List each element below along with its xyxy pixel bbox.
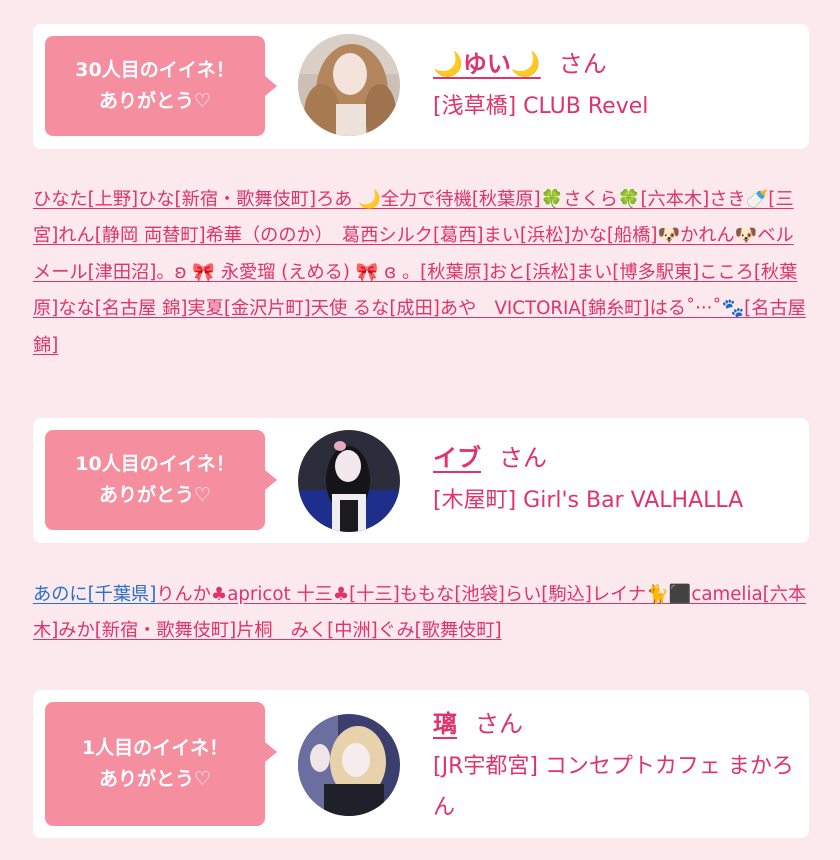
area-link[interactable]: [中洲] — [327, 620, 378, 641]
shop-name: [浅草橋] CLUB Revel — [433, 94, 649, 119]
badge-thanks-text: ありがとう♡ — [98, 768, 212, 790]
area-link[interactable]: [新宿・歌舞伎町] — [175, 189, 317, 210]
badge-thanks-text: ありがとう♡ — [98, 484, 212, 506]
user-name-link[interactable]: 璃 — [433, 710, 457, 738]
liker-link[interactable]: 天使 るな — [311, 298, 390, 319]
user-name-link[interactable]: 🌙ゆい🌙 — [433, 50, 541, 78]
honorific: さん — [475, 710, 523, 738]
area-link[interactable]: [駒込] — [541, 584, 592, 605]
liker-link[interactable]: りんか♣apricot 十三♣ — [156, 584, 349, 605]
area-link[interactable]: [津田沼] — [88, 262, 157, 283]
liker-link[interactable]: 。ʚ 🎀 永愛瑠 (えめる) 🎀 ɞ 。 — [156, 262, 420, 283]
liker-link[interactable]: なな — [58, 298, 94, 319]
area-link[interactable]: [金沢片町] — [224, 298, 311, 319]
area-link[interactable]: [千葉県] — [88, 584, 157, 605]
badge-count-text: 10人目のイイネ！ — [75, 453, 235, 475]
area-link[interactable]: [静岡 両替町] — [95, 225, 206, 246]
badge-count-text: 30人目のイイネ！ — [75, 59, 235, 81]
shop-name: [木屋町] Girl's Bar VALHALLA — [433, 488, 744, 513]
liker-link[interactable]: ひな — [138, 189, 174, 210]
liker-link[interactable]: まい — [484, 225, 520, 246]
liker-link[interactable]: みか — [58, 620, 94, 641]
liker-link[interactable]: あや VICTORIA — [440, 298, 581, 319]
liker-link[interactable]: 実夏 — [187, 298, 223, 319]
user-name-line: 🌙ゆい🌙 さん — [433, 46, 607, 82]
area-link[interactable]: [浜松] — [525, 262, 576, 283]
area-link[interactable]: [船橋] — [607, 225, 658, 246]
area-link[interactable]: [歌舞伎町] — [415, 620, 502, 641]
liker-link[interactable]: ぐみ — [378, 620, 415, 641]
avatar[interactable] — [298, 714, 400, 816]
liker-link[interactable]: レイナ🐈⬛camelia — [592, 584, 763, 605]
liker-link[interactable]: 🍀さくら🍀 — [541, 189, 641, 210]
area-link[interactable]: [新宿・歌舞伎町] — [95, 620, 237, 641]
area-link[interactable]: [博多駅東] — [612, 262, 699, 283]
liker-list: あのに[千葉県]りんか♣apricot 十三♣[十三]ももな[池袋]らい[駒込]… — [33, 577, 809, 650]
like-card-1: 1人目のイイネ！ ありがとう♡ 璃さん [JR宇都宮] コンセプトカフェ まかろ… — [33, 690, 809, 838]
user-name-line: 璃さん — [433, 706, 523, 742]
liker-link[interactable]: 希華（ののか） 葛西シルク — [206, 225, 433, 246]
shop-name: [JR宇都宮] コンセプトカフェ まかろん — [433, 754, 794, 820]
honorific: さん — [558, 50, 607, 78]
like-card-10: 10人目のイイネ！ ありがとう♡ イブ さん [木屋町] Girl's Bar V… — [33, 418, 809, 543]
liker-link[interactable]: らい — [505, 584, 541, 605]
avatar[interactable] — [298, 34, 400, 136]
honorific: さん — [499, 444, 547, 472]
area-link[interactable]: [錦糸町] — [581, 298, 650, 319]
liker-link[interactable]: おと — [489, 262, 525, 283]
like-count-badge: 1人目のイイネ！ ありがとう♡ — [45, 702, 277, 826]
area-link[interactable]: [成田] — [389, 298, 440, 319]
badge-thanks-text: ありがとう♡ — [98, 90, 212, 112]
area-link[interactable]: [秋葉原] — [420, 262, 489, 283]
liker-link[interactable]: かな — [571, 225, 607, 246]
area-link[interactable]: [葛西] — [433, 225, 484, 246]
liker-link[interactable]: はる˚‧··˚🐾 — [650, 298, 745, 319]
area-link[interactable]: [名古屋 錦] — [95, 298, 188, 319]
liker-list: ひなた[上野]ひな[新宿・歌舞伎町]ろあ 🌙全力で待機[秋葉原]🍀さくら🍀[六本… — [33, 182, 809, 364]
avatar[interactable] — [298, 430, 400, 532]
liker-link[interactable]: あのに — [33, 584, 88, 605]
area-link[interactable]: [十三] — [349, 584, 400, 605]
user-name-line: イブ さん — [433, 440, 547, 476]
like-card-30: 30人目のイイネ！ ありがとう♡ 🌙ゆい🌙 さん [浅草橋] CLUB Revel — [33, 24, 809, 149]
liker-link[interactable]: 片桐 みく — [236, 620, 327, 641]
like-count-badge: 30人目のイイネ！ ありがとう♡ — [45, 36, 277, 136]
liker-link[interactable]: さき🍼 — [709, 189, 768, 210]
area-link[interactable]: [浜松] — [520, 225, 571, 246]
user-name-link[interactable]: イブ — [433, 444, 481, 472]
area-link[interactable]: [秋葉原] — [472, 189, 541, 210]
area-link[interactable]: [上野] — [88, 189, 139, 210]
liker-link[interactable]: ひなた — [33, 189, 88, 210]
area-link[interactable]: [池袋] — [454, 584, 505, 605]
badge-count-text: 1人目のイイネ！ — [81, 737, 229, 759]
liker-link[interactable]: こころ — [699, 262, 754, 283]
like-count-badge: 10人目のイイネ！ ありがとう♡ — [45, 430, 277, 530]
area-link[interactable]: [六本木] — [640, 189, 709, 210]
liker-link[interactable]: れん — [58, 225, 94, 246]
liker-link[interactable]: ももな — [400, 584, 455, 605]
liker-link[interactable]: まい — [576, 262, 612, 283]
liker-link[interactable]: ろあ 🌙全力で待機 — [316, 189, 472, 210]
